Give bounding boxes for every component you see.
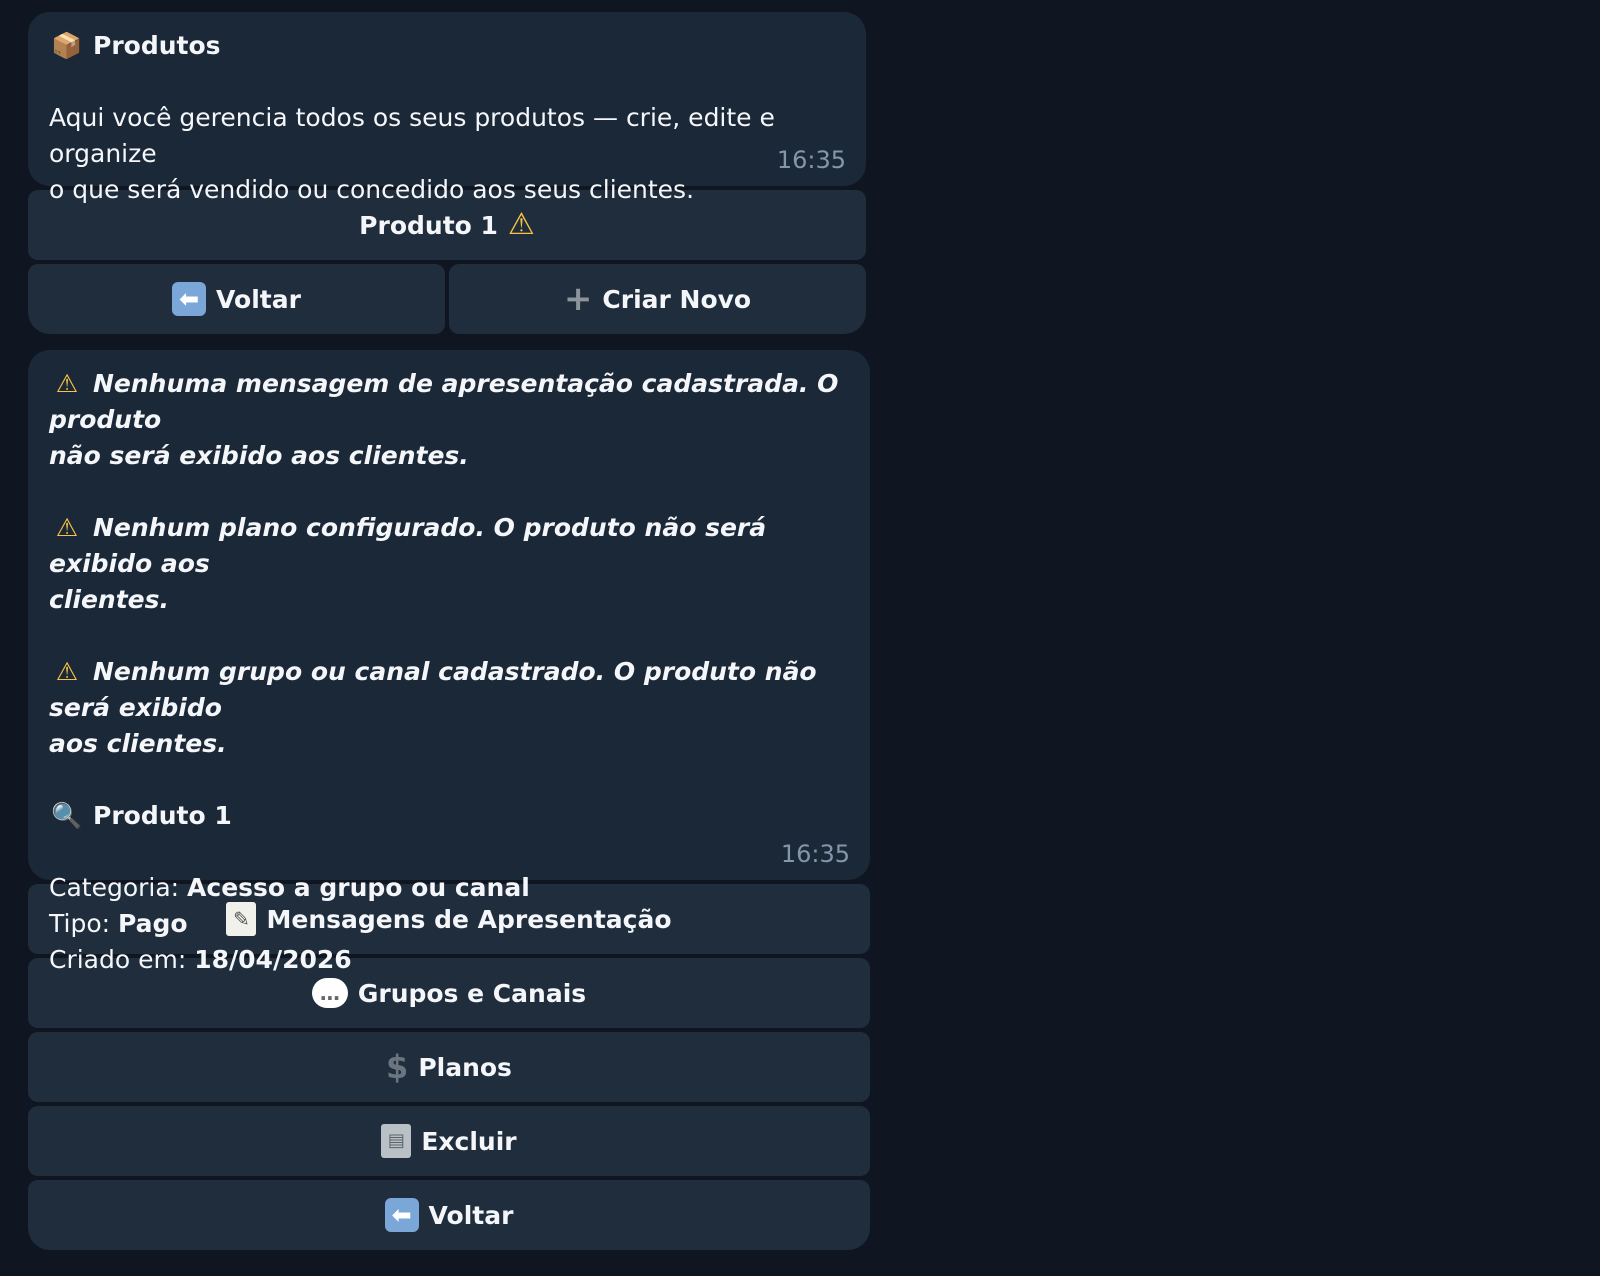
plans-button-label: Planos xyxy=(418,1052,512,1082)
warning-line: ⚠ Nenhuma mensagem de apresentação cadast… xyxy=(49,366,850,438)
product-1-button-label: Produto 1 xyxy=(359,210,498,240)
warning-icon: ⚠ xyxy=(507,207,535,242)
back-button-detail[interactable]: ⬅ Voltar xyxy=(28,1180,870,1250)
warning-icon: ⚠ xyxy=(55,657,79,686)
create-new-button-label: Criar Novo xyxy=(602,284,752,314)
back-button-detail-label: Voltar xyxy=(428,1200,514,1230)
dollar-icon: $ xyxy=(386,1048,409,1086)
package-icon: 📦 xyxy=(51,31,83,60)
magnifier-icon: 🔍 xyxy=(51,801,83,830)
message-bubble-products: 📦 Produtos Aqui você gerencia todos os se… xyxy=(28,12,866,204)
chat-area: 📦 Produtos Aqui você gerencia todos os se… xyxy=(28,12,870,1250)
back-arrow-icon: ⬅ xyxy=(384,1198,419,1232)
back-button-label: Voltar xyxy=(216,284,301,314)
warning-icon: ⚠ xyxy=(55,513,79,542)
plans-button[interactable]: $ Planos xyxy=(28,1032,870,1102)
message-bubble-product-detail: ⚠ Nenhuma mensagem de apresentação cadast… xyxy=(28,350,870,974)
back-arrow-icon: ⬅ xyxy=(172,282,207,316)
groups-channels-button-label: Grupos e Canais xyxy=(357,978,587,1008)
delete-button[interactable]: ▤ Excluir xyxy=(28,1106,870,1176)
delete-button-label: Excluir xyxy=(421,1126,517,1156)
product-name-line: 🔍 Produto 1 xyxy=(49,798,850,834)
product-name: Produto 1 xyxy=(93,801,232,830)
message-body-line-2: o que será vendido ou concedido aos seus… xyxy=(49,175,695,204)
type-value: Pago xyxy=(118,909,188,938)
category-line: Categoria: Acesso a grupo ou canal xyxy=(49,873,530,902)
trash-icon: ▤ xyxy=(381,1124,412,1158)
message-title-line: 📦 Produtos xyxy=(49,28,846,64)
warning-line: ⚠ Nenhum plano configurado. O produto não… xyxy=(49,510,850,582)
message-timestamp: 16:35 xyxy=(780,840,850,868)
type-line: Tipo: Pago xyxy=(49,909,188,938)
back-button[interactable]: ⬅ Voltar xyxy=(28,264,445,334)
warning-line-cont: clientes. xyxy=(49,585,169,614)
message-title: Produtos xyxy=(93,31,221,60)
plus-icon: + xyxy=(563,279,593,319)
message-timestamp: 16:35 xyxy=(776,146,846,174)
created-value: 18/04/2026 xyxy=(194,945,352,974)
create-new-button[interactable]: + Criar Novo xyxy=(449,264,866,334)
warning-line-cont: não será exibido aos clientes. xyxy=(49,441,469,470)
warning-icon: ⚠ xyxy=(55,369,79,398)
warning-line: ⚠ Nenhum grupo ou canal cadastrado. O pro… xyxy=(49,654,850,726)
warning-line-cont: aos clientes. xyxy=(49,729,227,758)
inline-keyboard-products: Produto 1 ⚠ ⬅ Voltar + Criar Novo xyxy=(28,190,866,334)
speech-bubble-icon: … xyxy=(311,978,348,1008)
category-value: Acesso a grupo ou canal xyxy=(187,873,530,902)
created-line: Criado em: 18/04/2026 xyxy=(49,945,352,974)
message-body-line-1: Aqui você gerencia todos os seus produto… xyxy=(49,103,775,168)
